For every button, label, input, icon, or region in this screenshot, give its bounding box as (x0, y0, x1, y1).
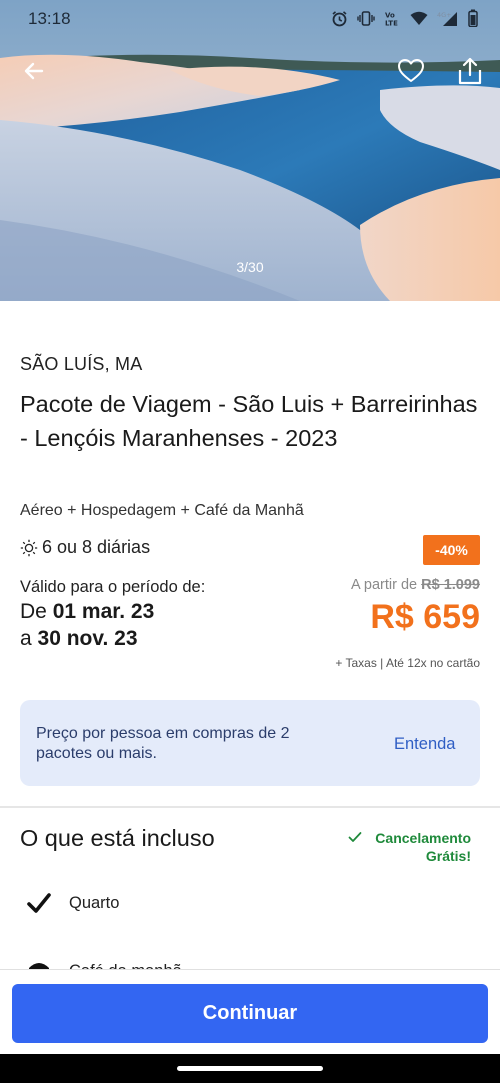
discount-badge: -40% (423, 535, 480, 565)
cancel-line-1: Cancelamento (375, 830, 471, 846)
package-includes: Aéreo + Hospedagem + Café da Manhã (20, 502, 304, 519)
location-label: SÃO LUÍS, MA (20, 354, 143, 374)
screen: 13:18 Vo LTE 4G+ 3/30 SÃO LUÍS, MA Pacote… (0, 0, 500, 1083)
image-counter: 3/30 (236, 259, 264, 275)
share-icon (458, 57, 482, 85)
to-date: 30 nov. 23 (37, 627, 138, 650)
validity-from: De 01 mar. 23 (20, 600, 154, 624)
included-item-room: Quarto (26, 890, 119, 916)
continue-button[interactable]: Continuar (12, 984, 488, 1043)
package-title: Pacote de Viagem - São Luis + Barreirinh… (20, 391, 478, 451)
hero-image-carousel[interactable]: 13:18 Vo LTE 4G+ 3/30 (0, 0, 500, 301)
nights-label: 6 ou 8 diárias (42, 537, 151, 557)
sun-icon (20, 539, 38, 556)
battery-icon (468, 9, 478, 27)
included-section-title: O que está incluso (20, 825, 215, 851)
checkmark-icon (27, 893, 51, 913)
included-item-label: Quarto (69, 893, 120, 912)
info-box: Preço por pessoa em compras de 2 pacotes… (20, 700, 480, 786)
share-button[interactable] (450, 51, 490, 91)
check-small-icon (348, 832, 362, 842)
free-cancellation: Cancelamento Grátis! (375, 829, 471, 865)
validity-label: Válido para o período de: (20, 578, 206, 596)
signal-4g-icon: 4G+ (437, 11, 457, 26)
current-price: R$ 659 (370, 598, 480, 636)
status-time: 13:18 (28, 9, 71, 28)
volte-icon: VoLTE (385, 11, 398, 27)
understand-link[interactable]: Entenda (394, 735, 455, 754)
price-from-line: A partir de R$ 1.099 (351, 577, 480, 593)
home-gesture-handle[interactable] (177, 1066, 323, 1071)
wifi-icon (410, 11, 428, 25)
to-prefix: a (20, 627, 32, 650)
status-bar: 13:18 Vo LTE 4G+ (0, 0, 500, 38)
vibrate-icon (357, 10, 375, 26)
favorite-button[interactable] (391, 51, 431, 91)
from-label: A partir de (351, 577, 418, 593)
status-icons: Vo LTE 4G+ (331, 9, 478, 27)
dunes-lagoon-photo (0, 0, 500, 301)
svg-text:Vo: Vo (385, 11, 395, 19)
back-arrow-icon (24, 62, 44, 80)
section-divider (0, 806, 500, 808)
bottom-action-bar: Continuar (0, 969, 500, 1054)
cancel-line-2: Grátis! (425, 848, 471, 864)
validity-to: a 30 nov. 23 (20, 627, 138, 651)
from-date: 01 mar. 23 (52, 600, 155, 623)
heart-outline-icon (398, 59, 424, 82)
svg-text:4G+: 4G+ (437, 11, 452, 19)
old-price: R$ 1.099 (421, 577, 480, 593)
info-text: Preço por pessoa em compras de 2 pacotes… (36, 725, 290, 762)
svg-text:LTE: LTE (385, 19, 398, 27)
nights-info: 6 ou 8 diárias (20, 537, 150, 558)
alarm-icon (332, 10, 347, 26)
system-navigation-bar (0, 1054, 500, 1083)
back-button[interactable] (14, 51, 54, 91)
from-prefix: De (20, 600, 47, 623)
taxes-note: + Taxas | Até 12x no cartão (335, 656, 480, 670)
